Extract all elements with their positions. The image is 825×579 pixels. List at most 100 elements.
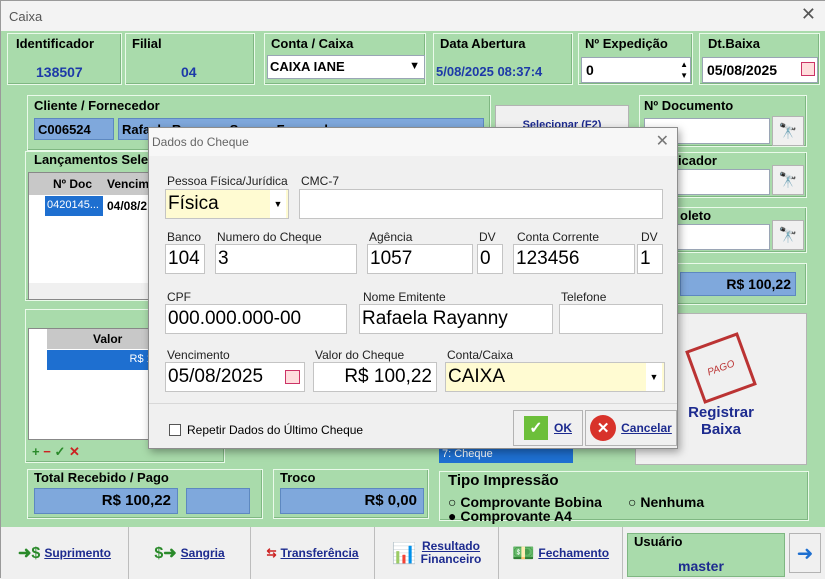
conta-corrente-field[interactable]: 123456 — [513, 244, 635, 274]
filial-box: Filial 04 — [125, 33, 255, 85]
pessoa-select[interactable]: Física ▼ — [165, 189, 289, 219]
dialog-title-bar: Dados do Cheque ✕ — [149, 128, 677, 156]
dialog-body: Pessoa Física/Jurídica Física ▼ CMC-7 Ba… — [149, 156, 677, 404]
binoculars-icon[interactable]: 🔭 — [772, 165, 804, 195]
radio-nenhuma-label: Nenhuma — [640, 494, 705, 510]
radio-a4[interactable]: ● Comprovante A4 — [448, 508, 572, 524]
chevron-down-icon[interactable]: ▼ — [270, 190, 286, 218]
numero-field[interactable]: 3 — [215, 244, 357, 274]
sangria-label: Sangria — [180, 546, 225, 560]
emitente-field[interactable]: Rafaela Rayanny — [359, 304, 553, 334]
cliente-label: Cliente / Fornecedor — [34, 98, 160, 113]
spinner-icon[interactable]: ▲ ▼ — [680, 59, 688, 81]
telefone-field[interactable] — [559, 304, 663, 334]
dt-baixa-field[interactable]: 05/08/2025 — [702, 57, 818, 83]
identificador-label: Identificador — [16, 36, 95, 51]
valor-label: Valor do Cheque — [315, 348, 405, 362]
row-venc[interactable]: 04/08/2 — [105, 196, 149, 216]
cmc7-label: CMC-7 — [301, 174, 339, 188]
dv2-field[interactable]: 1 — [637, 244, 663, 274]
stamp-icon: PAGO — [685, 332, 757, 404]
dt-baixa-label: Dt.Baixa — [708, 36, 761, 51]
recebido-extra — [186, 488, 250, 514]
recebido-label: Total Recebido / Pago — [34, 470, 169, 485]
dialog-title: Dados do Cheque — [152, 135, 249, 149]
ok-button[interactable]: ✓ OK — [513, 410, 583, 446]
next-arrow-icon[interactable]: ➜ — [789, 533, 821, 573]
conta-value: CAIXA IANE — [270, 59, 345, 74]
impressao-box: Tipo Impressão ○ Comprovante Bobina ○ Ne… — [439, 471, 809, 524]
calendar-icon[interactable] — [285, 370, 300, 384]
window-title: Caixa — [9, 9, 43, 24]
col-ndoc: Nº Doc — [53, 177, 93, 191]
recebido-value: R$ 100,22 — [34, 488, 178, 514]
agencia-field[interactable]: 1057 — [367, 244, 473, 274]
dv2-label: DV — [641, 230, 658, 244]
arrow-dollar-icon: ➜$ — [18, 545, 41, 562]
usuario-box: Usuário master — [627, 533, 785, 577]
binoculars-icon[interactable]: 🔭 — [772, 116, 804, 146]
caixa-label: Conta/Caixa — [447, 348, 514, 362]
cancel-icon: ✕ — [590, 415, 617, 441]
expedicao-field[interactable]: 0 ▲ ▼ — [581, 57, 691, 83]
dt-baixa-box: Dt.Baixa 05/08/2025 — [699, 33, 820, 85]
transfer-icon: ⇆ — [266, 546, 277, 560]
identificador-value: 138507 — [36, 64, 83, 80]
cpf-field[interactable]: 000.000.000-00 — [165, 304, 347, 334]
cheque-dialog: Dados do Cheque ✕ Pessoa Física/Jurídica… — [148, 127, 678, 449]
dv1-field[interactable]: 0 — [477, 244, 503, 274]
check-icon: ✓ — [524, 416, 548, 440]
conta-select[interactable]: CAIXA IANE ▼ — [267, 55, 425, 79]
binoculars-icon[interactable]: 🔭 — [772, 220, 804, 250]
calendar-icon[interactable] — [801, 62, 815, 76]
chevron-down-icon[interactable]: ▼ — [409, 60, 420, 72]
suprimento-button[interactable]: ➜$ Suprimento — [1, 527, 129, 579]
dt-baixa-value: 05/08/2025 — [707, 62, 778, 78]
cpf-label: CPF — [167, 290, 191, 304]
resultado-label-1: Resultado — [421, 539, 480, 553]
vencimento-field[interactable]: 05/08/2025 — [165, 362, 305, 392]
cliente-code: C006524 — [34, 118, 114, 140]
cmc7-field[interactable] — [299, 189, 663, 219]
transferencia-label: Transferência — [280, 546, 359, 560]
sangria-button[interactable]: $➜ Sangria — [129, 527, 251, 579]
close-icon[interactable]: ✕ — [801, 4, 816, 25]
transferencia-button[interactable]: ⇆ Transferência — [251, 527, 375, 579]
bottom-bar: ➜$ Suprimento $➜ Sangria ⇆ Transferência 📊 R… — [1, 527, 825, 579]
radio-nenhuma[interactable]: ○ Nenhuma — [628, 494, 704, 510]
conta-label: Conta / Caixa — [271, 36, 354, 51]
troco-value: R$ 0,00 — [280, 488, 424, 514]
row-doc[interactable]: 0420145... — [45, 196, 103, 216]
chevron-down-icon[interactable]: ▼ — [646, 363, 662, 391]
registrar-label: Registrar Baixa — [688, 404, 754, 438]
banco-field[interactable]: 104 — [165, 244, 205, 274]
dv1-label: DV — [479, 230, 496, 244]
dollar-arrow-icon: $➜ — [154, 545, 177, 562]
repetir-checkbox[interactable] — [169, 424, 181, 436]
filial-value: 04 — [181, 64, 197, 80]
grid-nav-icons[interactable]: + − ✓ ✕ — [32, 444, 80, 460]
dialog-close-icon[interactable]: ✕ — [656, 131, 669, 151]
agencia-label: Agência — [369, 230, 413, 244]
vencimento-label: Vencimento — [167, 348, 230, 362]
pessoa-value: Física — [168, 193, 219, 214]
data-abertura-box: Data Abertura 5/08/2025 08:37:4 — [433, 33, 573, 85]
forma-select[interactable]: 7: Cheque — [439, 447, 573, 463]
expedicao-label: Nº Expedição — [585, 36, 668, 51]
identificador-box: Identificador 138507 — [7, 33, 122, 85]
repetir-label: Repetir Dados do Último Cheque — [187, 423, 364, 437]
recebido-box: Total Recebido / Pago R$ 100,22 — [27, 469, 263, 519]
fechamento-button[interactable]: 💵 Fechamento — [499, 527, 623, 579]
title-bar: Caixa ✕ — [1, 1, 825, 31]
conta-corrente-label: Conta Corrente — [517, 230, 600, 244]
resultado-label-2: Financeiro — [420, 552, 482, 566]
valor-field[interactable]: R$ 100,22 — [313, 362, 437, 392]
data-abertura-label: Data Abertura — [440, 36, 526, 51]
resultado-button[interactable]: 📊 Resultado Financeiro — [375, 527, 499, 579]
cancelar-button[interactable]: ✕ Cancelar — [585, 410, 677, 446]
pessoa-label: Pessoa Física/Jurídica — [167, 174, 288, 188]
expedicao-value: 0 — [586, 62, 594, 78]
documento-label: Nº Documento — [644, 98, 734, 113]
completo-label: oleto — [680, 208, 712, 223]
caixa-select[interactable]: CAIXA ▼ — [445, 362, 665, 392]
